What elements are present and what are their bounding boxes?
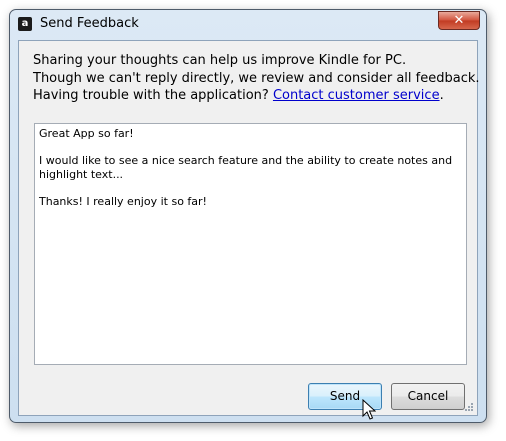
- intro-line-1: Sharing your thoughts can help us improv…: [33, 53, 407, 68]
- close-icon: ✕: [453, 13, 465, 28]
- send-feedback-dialog: a Send Feedback ✕ Sharing your thoughts …: [9, 9, 487, 423]
- trouble-suffix: .: [439, 88, 444, 103]
- dialog-title: Send Feedback: [40, 16, 139, 31]
- intro-text: Sharing your thoughts can help us improv…: [33, 52, 480, 105]
- resize-grip-icon[interactable]: [464, 402, 474, 412]
- cancel-button[interactable]: Cancel: [391, 383, 465, 410]
- feedback-textarea[interactable]: Great App so far! I would like to see a …: [34, 123, 467, 365]
- trouble-text: Having trouble with the application?: [33, 88, 273, 103]
- mouse-cursor-icon: [362, 399, 376, 420]
- close-button[interactable]: ✕: [438, 11, 480, 30]
- intro-line-2: Though we can't reply directly, we revie…: [33, 70, 480, 86]
- contact-customer-service-link[interactable]: Contact customer service: [273, 88, 440, 103]
- intro-line-3: Having trouble with the application? Con…: [33, 87, 473, 105]
- dialog-body: Sharing your thoughts can help us improv…: [18, 40, 480, 420]
- amazon-icon: a: [18, 17, 32, 31]
- title-bar: a Send Feedback ✕: [10, 10, 486, 40]
